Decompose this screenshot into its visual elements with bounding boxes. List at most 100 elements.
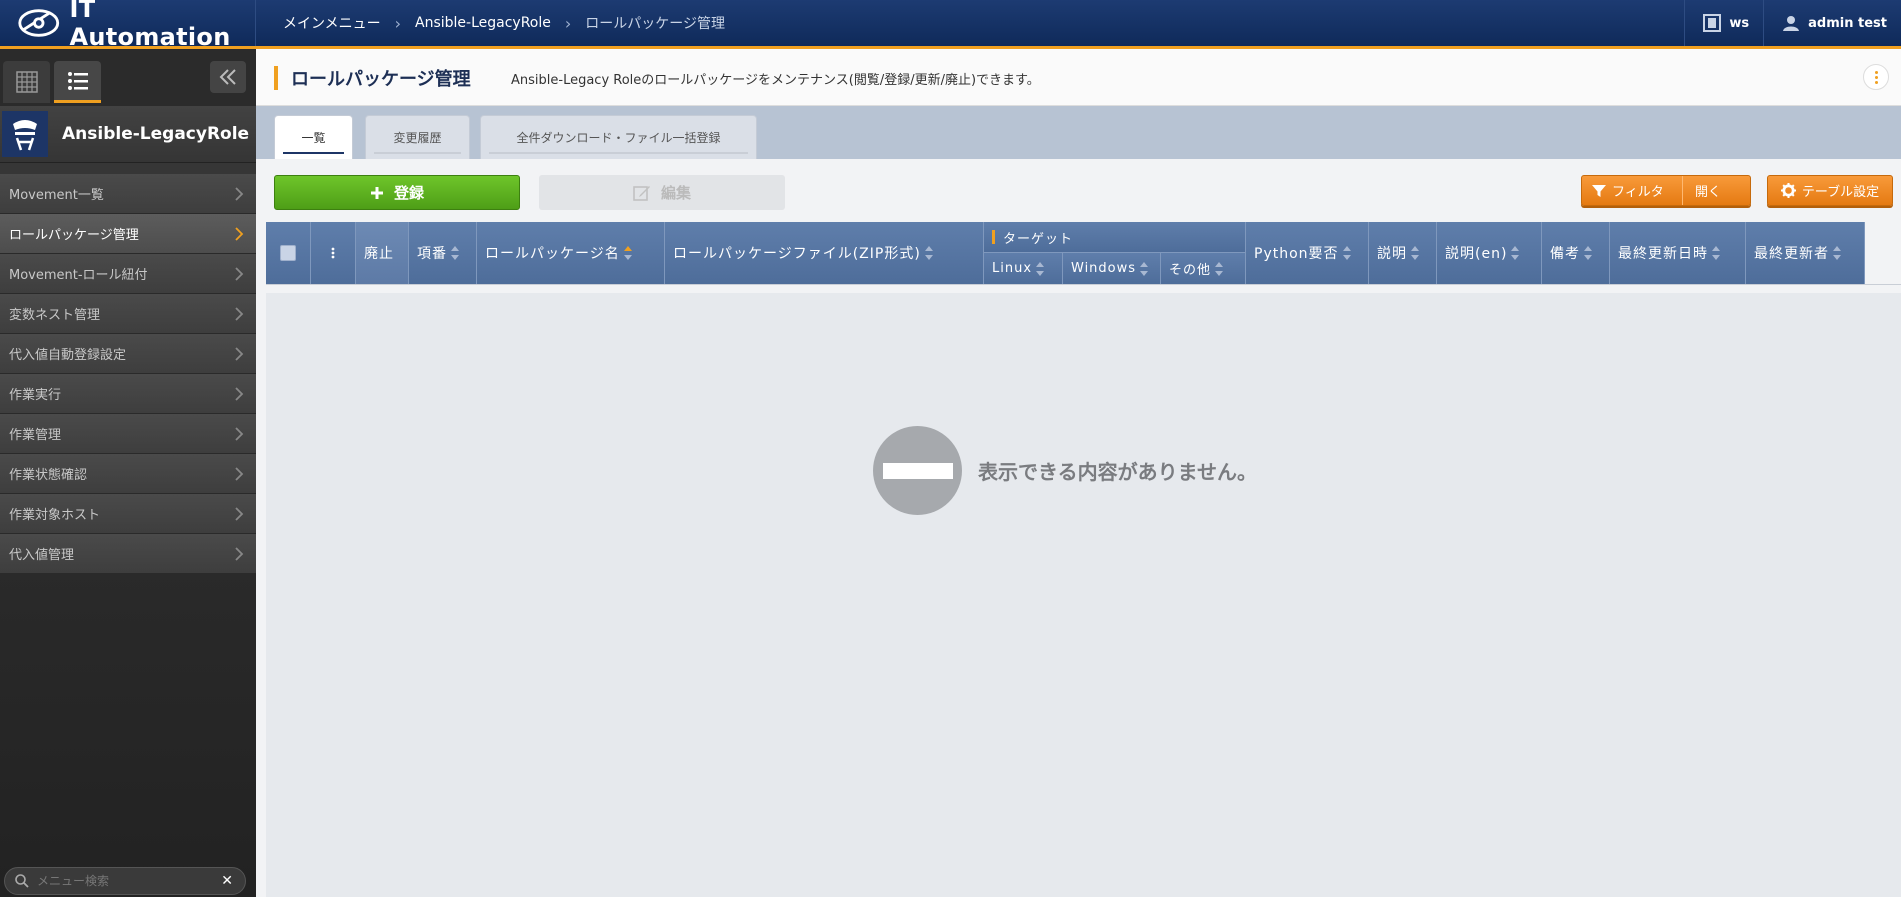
tab-label: 全件ダウンロード・ファイル一括登録 — [516, 131, 721, 145]
col-linux[interactable]: Linux — [984, 253, 1063, 284]
list-icon — [67, 71, 88, 90]
col-last-updated-by-label: 最終更新者 — [1754, 246, 1829, 262]
workspace-button[interactable]: ws — [1684, 0, 1763, 46]
empty-state: 表示できる内容がありません。 — [873, 426, 1257, 515]
plus-icon — [370, 186, 383, 199]
sidebar-tab-list[interactable] — [54, 61, 101, 103]
col-role-package-name[interactable]: ロールパッケージ名 — [477, 222, 665, 284]
col-role-package-name-label: ロールパッケージ名 — [485, 246, 620, 262]
tab-label: 変更履歴 — [393, 131, 442, 145]
sort-icon — [1833, 246, 1841, 260]
sidebar-item-movement-list[interactable]: Movement一覧 — [0, 174, 256, 214]
filter-open-button[interactable]: 開く — [1682, 176, 1721, 205]
sort-icon — [1140, 261, 1149, 276]
col-description-label: 説明 — [1377, 246, 1407, 262]
sidebar-item-role-package[interactable]: ロールパッケージ管理 — [0, 214, 256, 254]
edit-button[interactable]: 編集 — [539, 175, 785, 210]
clear-search-icon[interactable]: ✕ — [221, 873, 233, 889]
row-menu-header[interactable] — [311, 222, 356, 284]
select-all-checkbox[interactable] — [280, 245, 296, 261]
col-windows[interactable]: Windows — [1063, 253, 1161, 284]
sidebar-menu-group-title: Ansible-LegacyRole — [0, 106, 256, 163]
chevron-right-icon — [235, 507, 244, 521]
col-last-updated-by[interactable]: 最終更新者 — [1746, 222, 1865, 284]
vertical-dots-icon — [331, 247, 335, 259]
menu-search: ✕ — [4, 867, 246, 895]
app-title: IT Automation — [69, 0, 231, 51]
col-item-no[interactable]: 項番 — [409, 222, 477, 284]
sort-icon — [1342, 246, 1351, 260]
select-all-cell — [266, 222, 311, 284]
page-title: ロールパッケージ管理 — [291, 69, 471, 90]
user-button[interactable]: admin test — [1763, 0, 1901, 46]
sidebar: Ansible-LegacyRole Movement一覧 ロールパッケージ管理… — [0, 49, 256, 897]
register-button[interactable]: 登録 — [274, 175, 520, 210]
sort-icon — [1712, 246, 1720, 260]
sort-icon — [1036, 261, 1045, 276]
chevron-right-icon — [235, 347, 244, 361]
sidebar-tab-grid[interactable] — [3, 61, 50, 103]
sort-icon — [451, 246, 459, 260]
col-windows-label: Windows — [1071, 261, 1137, 276]
sort-icon — [924, 246, 933, 260]
sidebar-collapse-button[interactable] — [210, 61, 246, 93]
workspace-icon — [1703, 14, 1722, 32]
tab-history[interactable]: 変更履歴 — [365, 115, 470, 159]
logo-icon — [18, 9, 60, 37]
col-python[interactable]: Python要否 — [1246, 222, 1369, 284]
sidebar-title-label: Ansible-LegacyRole — [62, 124, 250, 144]
page-description: Ansible-Legacy Roleのロールパッケージをメンテナンス(閲覧/登… — [511, 73, 1040, 88]
app-header: IT Automation メインメニュー › Ansible-LegacyRo… — [0, 0, 1901, 51]
sort-icon — [1511, 246, 1520, 260]
sidebar-item-label: 代入値管理 — [9, 548, 75, 563]
edit-icon — [633, 185, 650, 201]
sidebar-item-substitution-values[interactable]: 代入値管理 — [0, 534, 256, 574]
chevron-right-icon — [235, 227, 244, 241]
edit-label: 編集 — [660, 184, 691, 202]
chevron-right-icon — [235, 187, 244, 201]
tab-download-upload[interactable]: 全件ダウンロード・ファイル一括登録 — [480, 115, 757, 159]
col-discard[interactable]: 廃止 — [356, 222, 409, 284]
sidebar-item-job-status[interactable]: 作業状態確認 — [0, 454, 256, 494]
sidebar-item-job-management[interactable]: 作業管理 — [0, 414, 256, 454]
title-accent — [274, 66, 278, 90]
sidebar-item-variable-nest[interactable]: 変数ネスト管理 — [0, 294, 256, 334]
col-role-package-file[interactable]: ロールパッケージファイル(ZIP形式) — [665, 222, 984, 284]
col-item-no-label: 項番 — [417, 246, 447, 262]
sort-icon — [1215, 261, 1224, 276]
sidebar-item-target-hosts[interactable]: 作業対象ホスト — [0, 494, 256, 534]
chevron-right-icon — [235, 427, 244, 441]
table-settings-button[interactable]: テーブル設定 — [1767, 175, 1893, 206]
sidebar-item-label: 変数ネスト管理 — [9, 308, 101, 323]
register-label: 登録 — [393, 184, 424, 202]
sort-icon — [1584, 246, 1592, 260]
col-description[interactable]: 説明 — [1369, 222, 1437, 284]
col-remarks[interactable]: 備考 — [1542, 222, 1610, 284]
ansible-role-icon — [2, 111, 48, 157]
filter-icon — [1592, 184, 1606, 197]
chevron-right-icon — [235, 307, 244, 321]
col-description-en[interactable]: 説明(en) — [1437, 222, 1542, 284]
col-role-package-file-label: ロールパッケージファイル(ZIP形式) — [673, 246, 921, 262]
sidebar-item-movement-role-link[interactable]: Movement-ロール紐付 — [0, 254, 256, 294]
list-content: 登録 編集 フィルタ 開く テーブル設定 廃止 項番 ロールパッケージ名 ロール… — [256, 159, 1901, 897]
sort-asc-icon — [623, 246, 632, 260]
col-last-updated[interactable]: 最終更新日時 — [1610, 222, 1746, 284]
menu-search-input[interactable] — [37, 874, 207, 888]
col-other[interactable]: その他 — [1161, 253, 1246, 284]
col-discard-label: 廃止 — [364, 246, 394, 262]
sidebar-item-execute[interactable]: 作業実行 — [0, 374, 256, 414]
col-python-label: Python要否 — [1254, 246, 1339, 262]
breadcrumb-ansible-legacyrole[interactable]: Ansible-LegacyRole — [415, 15, 551, 31]
grid-icon — [15, 71, 38, 93]
col-linux-label: Linux — [992, 261, 1033, 276]
user-name: admin test — [1808, 15, 1887, 31]
page-menu-button[interactable] — [1863, 64, 1889, 90]
table-body — [266, 293, 1901, 897]
table-header: 廃止 項番 ロールパッケージ名 ロールパッケージファイル(ZIP形式) ターゲッ… — [266, 222, 1865, 284]
filter-button[interactable]: フィルタ 開く — [1581, 175, 1751, 206]
tab-list[interactable]: 一覧 — [274, 115, 353, 159]
breadcrumb-main-menu[interactable]: メインメニュー — [283, 13, 381, 33]
sidebar-item-auto-substitution[interactable]: 代入値自動登録設定 — [0, 334, 256, 374]
app-logo[interactable]: IT Automation — [0, 0, 256, 51]
